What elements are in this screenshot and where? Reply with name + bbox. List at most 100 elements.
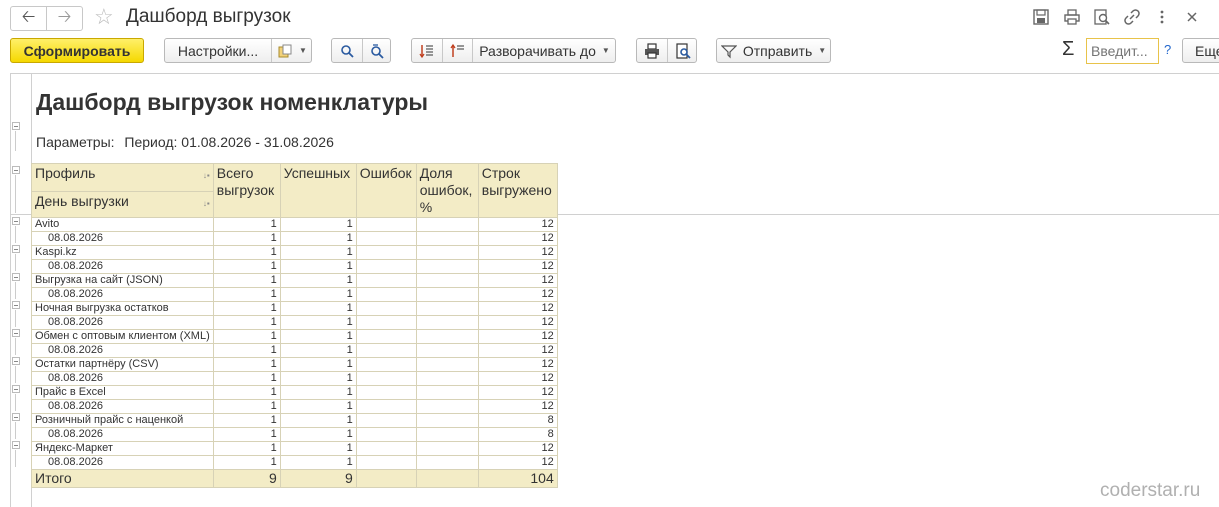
printer-icon bbox=[644, 42, 660, 59]
star-icon[interactable]: ☆ bbox=[94, 4, 114, 30]
collapse-group-icon[interactable] bbox=[12, 329, 20, 337]
column-header-day[interactable]: День выгрузки ↓▪ bbox=[31, 190, 214, 219]
success-cell: 1 bbox=[279, 315, 357, 330]
settings-button[interactable]: Настройки... bbox=[165, 39, 271, 62]
group-row[interactable]: Остатки партнёру (CSV) 1 1 12 bbox=[31, 357, 558, 372]
printer-icon[interactable] bbox=[1063, 8, 1081, 26]
variant-dropdown-button[interactable]: ▼ bbox=[271, 39, 312, 62]
collapse-group-icon[interactable] bbox=[12, 385, 20, 393]
day-row[interactable]: 08.08.2026 1 1 12 bbox=[31, 455, 558, 470]
collapse-columns-icon[interactable] bbox=[12, 166, 20, 174]
column-header-profile[interactable]: Профиль ↓▪ bbox=[31, 163, 214, 192]
vertical-dots-icon[interactable] bbox=[1153, 8, 1171, 26]
success-cell: 1 bbox=[279, 385, 357, 400]
group-row[interactable]: Avito 1 1 12 bbox=[31, 217, 558, 232]
send-button[interactable]: Отправить ▼ bbox=[716, 38, 831, 63]
group-row[interactable]: Kaspi.kz 1 1 12 bbox=[31, 245, 558, 260]
group-row[interactable]: Выгрузка на сайт (JSON) 1 1 12 bbox=[31, 273, 558, 288]
more-button[interactable]: Еще bbox=[1182, 38, 1219, 63]
errors-cell bbox=[355, 413, 417, 428]
share-cell bbox=[415, 427, 479, 442]
day-row[interactable]: 08.08.2026 1 1 8 bbox=[31, 427, 558, 442]
rows-cell: 8 bbox=[477, 413, 558, 428]
group-row[interactable]: Прайс в Excel 1 1 12 bbox=[31, 385, 558, 400]
title-bar: 🡠 🡢 ☆ Дашборд выгрузок bbox=[0, 0, 1219, 36]
column-header-total[interactable]: Всего выгрузок bbox=[212, 163, 281, 218]
report-title: Дашборд выгрузок номенклатуры bbox=[36, 89, 429, 115]
total-cell: 1 bbox=[212, 357, 281, 372]
group-row[interactable]: Обмен с оптовым клиентом (XML) 1 1 12 bbox=[31, 329, 558, 344]
chevron-down-icon: ▼ bbox=[601, 46, 610, 55]
column-header-errors[interactable]: Ошибок bbox=[355, 163, 417, 218]
floppy-disk-icon[interactable] bbox=[1032, 8, 1050, 26]
errors-cell bbox=[355, 441, 417, 456]
success-cell: 1 bbox=[279, 441, 357, 456]
collapse-all-button[interactable] bbox=[442, 39, 472, 62]
errors-cell bbox=[355, 287, 417, 302]
totals-label: Итого bbox=[31, 469, 214, 488]
day-cell: 08.08.2026 bbox=[31, 427, 214, 442]
success-cell: 1 bbox=[279, 413, 357, 428]
total-cell: 1 bbox=[212, 259, 281, 274]
magnifier-page-icon[interactable] bbox=[1093, 8, 1111, 26]
success-cell: 1 bbox=[279, 273, 357, 288]
window-title: Дашборд выгрузок bbox=[126, 6, 291, 27]
link-icon[interactable] bbox=[1123, 8, 1141, 26]
errors-cell bbox=[355, 371, 417, 386]
rows-cell: 12 bbox=[477, 287, 558, 302]
errors-cell bbox=[355, 231, 417, 246]
expand-all-button[interactable] bbox=[412, 39, 442, 62]
day-row[interactable]: 08.08.2026 1 1 12 bbox=[31, 231, 558, 246]
find-next-button[interactable] bbox=[362, 39, 391, 62]
day-row[interactable]: 08.08.2026 1 1 12 bbox=[31, 371, 558, 386]
expand-to-dropdown[interactable]: Разворачивать до ▼ bbox=[472, 39, 616, 62]
errors-cell bbox=[355, 343, 417, 358]
day-row[interactable]: 08.08.2026 1 1 12 bbox=[31, 315, 558, 330]
group-row[interactable]: Розничный прайс с наценкой 1 1 8 bbox=[31, 413, 558, 428]
collapse-group-icon[interactable] bbox=[12, 273, 20, 281]
share-cell bbox=[415, 357, 479, 372]
day-cell: 08.08.2026 bbox=[31, 371, 214, 386]
profile-cell: Выгрузка на сайт (JSON) bbox=[31, 273, 214, 288]
day-row[interactable]: 08.08.2026 1 1 12 bbox=[31, 259, 558, 274]
print-preview-button[interactable] bbox=[667, 39, 697, 62]
collapse-group-icon[interactable] bbox=[12, 441, 20, 449]
profile-header-label: Профиль bbox=[35, 165, 96, 181]
success-cell: 1 bbox=[279, 217, 357, 232]
collapse-group-icon[interactable] bbox=[12, 301, 20, 309]
share-cell bbox=[415, 287, 479, 302]
collapse-group-icon[interactable] bbox=[12, 413, 20, 421]
find-button[interactable] bbox=[332, 39, 362, 62]
close-icon[interactable] bbox=[1183, 8, 1201, 26]
parameters-value: Период: 01.08.2026 - 31.08.2026 bbox=[124, 134, 334, 150]
errors-cell bbox=[355, 399, 417, 414]
generate-button[interactable]: Сформировать bbox=[10, 38, 144, 63]
column-header-success[interactable]: Успешных bbox=[279, 163, 357, 218]
share-cell bbox=[415, 455, 479, 470]
day-row[interactable]: 08.08.2026 1 1 12 bbox=[31, 399, 558, 414]
column-header-error-share[interactable]: Доля ошибок, % bbox=[415, 163, 479, 218]
errors-cell bbox=[355, 301, 417, 316]
rows-cell: 12 bbox=[477, 329, 558, 344]
column-header-rows[interactable]: Строк выгружено bbox=[477, 163, 558, 218]
search-input[interactable] bbox=[1086, 38, 1159, 64]
report-table: Профиль ↓▪ Всего выгрузок Успешных Ошибо… bbox=[31, 163, 558, 488]
collapse-group-icon[interactable] bbox=[12, 357, 20, 365]
total-cell: 1 bbox=[212, 455, 281, 470]
sum-icon[interactable]: Σ bbox=[1062, 38, 1074, 61]
day-row[interactable]: 08.08.2026 1 1 12 bbox=[31, 343, 558, 358]
forward-button[interactable]: 🡢 bbox=[46, 6, 83, 31]
day-row[interactable]: 08.08.2026 1 1 12 bbox=[31, 287, 558, 302]
collapse-group-icon[interactable] bbox=[12, 217, 20, 225]
group-row[interactable]: Яндекс-Маркет 1 1 12 bbox=[31, 441, 558, 456]
print-button[interactable] bbox=[637, 39, 667, 62]
success-cell: 1 bbox=[279, 259, 357, 274]
collapse-header-icon[interactable] bbox=[12, 122, 20, 130]
help-link[interactable]: ? bbox=[1164, 42, 1171, 57]
total-cell: 1 bbox=[212, 245, 281, 260]
collapse-group-icon[interactable] bbox=[12, 245, 20, 253]
back-button[interactable]: 🡠 bbox=[10, 6, 47, 31]
errors-cell bbox=[355, 217, 417, 232]
group-row[interactable]: Ночная выгрузка остатков 1 1 12 bbox=[31, 301, 558, 316]
errors-cell bbox=[355, 329, 417, 344]
